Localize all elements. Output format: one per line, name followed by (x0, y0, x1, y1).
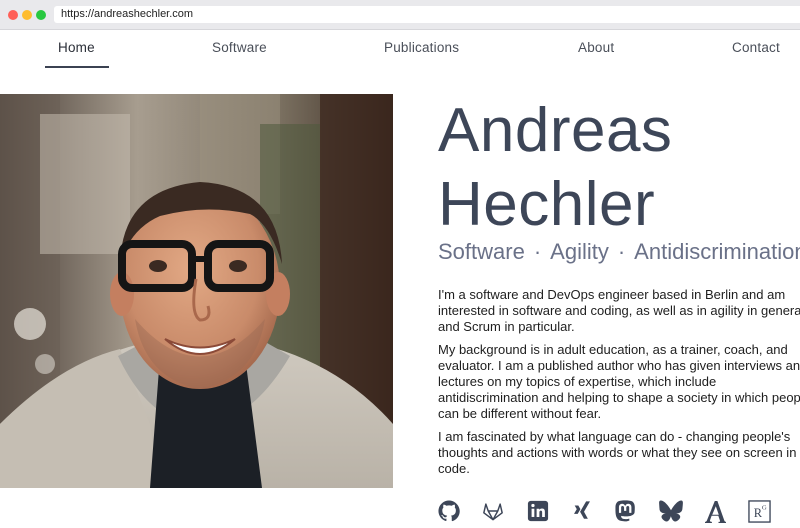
maximize-window-button[interactable] (36, 10, 46, 20)
nav-software-link[interactable]: Software (212, 40, 267, 55)
browser-toolbar: https://andreashechler.com (0, 0, 800, 30)
nav-publications-link[interactable]: Publications (384, 40, 459, 55)
gitlab-icon[interactable] (482, 500, 506, 524)
bio-paragraph: My background is in adult education, as … (438, 342, 800, 421)
bio-paragraph: I'm a software and DevOps engineer based… (438, 287, 800, 334)
nav-home-link[interactable]: Home (58, 40, 95, 55)
address-bar[interactable]: https://andreashechler.com (54, 6, 800, 23)
tagline-separator: · (533, 239, 542, 264)
linkedin-icon[interactable] (527, 500, 551, 524)
xing-icon[interactable] (571, 500, 595, 524)
bio: I'm a software and DevOps engineer based… (438, 287, 800, 484)
active-nav-indicator (45, 66, 109, 68)
close-window-button[interactable] (8, 10, 18, 20)
svg-text:G: G (762, 505, 767, 512)
tagline-item: Software (438, 239, 525, 264)
name-first: Andreas (438, 96, 673, 165)
tagline-item: Agility (550, 239, 609, 264)
academia-icon[interactable] (704, 500, 728, 524)
researchgate-icon[interactable]: RG (748, 500, 772, 524)
nav-contact-link[interactable]: Contact (732, 40, 780, 55)
main-nav: Home Software Publications About Contact (0, 31, 800, 71)
mastodon-icon[interactable] (615, 500, 639, 524)
tagline: Software · Agility · Antidiscrimination (438, 239, 800, 265)
nav-about-link[interactable]: About (578, 40, 614, 55)
tagline-separator: · (617, 239, 626, 264)
minimize-window-button[interactable] (22, 10, 32, 20)
hero-content: Andreas Hechler Software · Agility · Antidis… (438, 94, 800, 528)
tagline-item: Antidiscrimination (634, 239, 800, 264)
bluesky-icon[interactable] (659, 500, 683, 524)
github-icon[interactable] (438, 500, 462, 524)
social-links: RG (438, 500, 800, 526)
profile-photo (0, 94, 393, 488)
bio-paragraph: I am fascinated by what language can do … (438, 429, 797, 476)
page-title: Andreas Hechler (438, 94, 800, 242)
name-last: Hechler (438, 170, 656, 239)
